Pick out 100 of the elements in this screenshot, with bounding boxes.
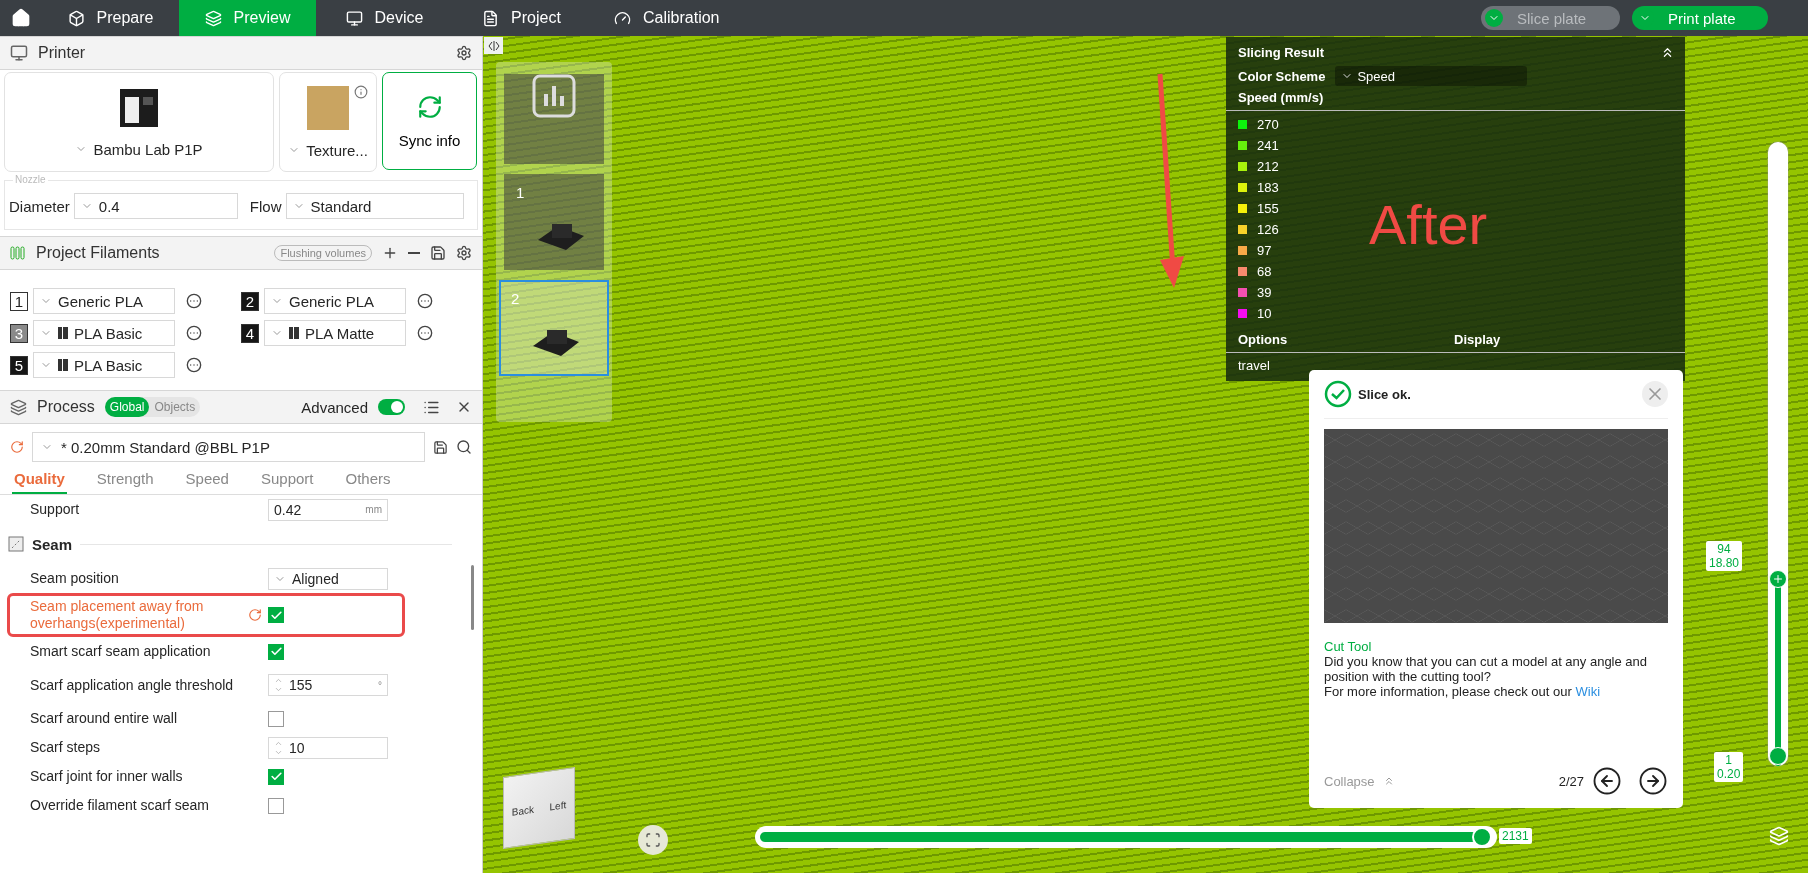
printer-icon (10, 44, 28, 62)
chart-icon (532, 74, 576, 118)
color-scheme-select[interactable]: Speed (1335, 66, 1528, 86)
preset-select[interactable]: * 0.20mm Standard @BBL P1P (32, 432, 425, 462)
filament-select[interactable]: PLA Basic (33, 320, 175, 346)
checkbox[interactable] (268, 768, 284, 785)
home-icon (11, 8, 31, 28)
save-button[interactable] (433, 439, 448, 455)
slider-thumb[interactable] (1769, 569, 1787, 588)
nav-tab[interactable]: Device (316, 0, 453, 36)
scrollbar-thumb[interactable] (471, 565, 474, 630)
filament-index: 5 (10, 355, 28, 375)
setting-label: Seam placement away from overhangs(experimental) (30, 598, 205, 632)
settings-button[interactable] (456, 45, 472, 61)
settings-icon (456, 245, 472, 261)
filament-select[interactable]: Generic PLA (33, 288, 175, 314)
more-button[interactable] (186, 325, 202, 341)
monitor-icon (345, 9, 363, 27)
field-label: Color Scheme (1238, 68, 1326, 84)
plate-card[interactable]: Texture... (279, 72, 377, 172)
filament-index: 4 (241, 323, 259, 343)
settings-button[interactable] (456, 245, 472, 261)
plus-icon (382, 245, 398, 261)
close-button[interactable] (1642, 381, 1668, 407)
field-label: Diameter (9, 197, 70, 215)
filament-icon (10, 246, 26, 260)
search-button[interactable] (456, 439, 472, 455)
nav-tab[interactable]: Calibration (590, 0, 744, 36)
layers-icon (204, 9, 222, 27)
legend-value: 270 (1257, 117, 1279, 132)
sync-filament-button[interactable] (430, 245, 446, 261)
wiki-link[interactable]: Wiki (1575, 684, 1600, 699)
fit-view-button[interactable] (638, 825, 668, 855)
plate-thumbnail[interactable]: 1 (504, 174, 604, 270)
setting-label: Scarf around entire wall (30, 710, 179, 727)
tip-more-text: For more information, please check out our Wiki (1324, 684, 1601, 699)
tip-title: Slice ok. (1358, 386, 1411, 402)
bottom-layer-label: 1 0.20 (1714, 752, 1744, 782)
layer-slider[interactable] (1768, 142, 1788, 766)
column-header: Display (1454, 332, 1501, 347)
filament-select[interactable]: Generic PLA (264, 288, 406, 314)
setting-label: Smart scarf seam application (30, 643, 212, 660)
option-label: travel (1238, 358, 1270, 373)
checkbox[interactable] (268, 643, 284, 660)
more-icon (186, 293, 202, 309)
spin-field[interactable]: 155 ° (268, 674, 388, 696)
advanced-toggle[interactable] (378, 399, 405, 415)
more-icon (417, 325, 433, 341)
slider-thumb[interactable] (1769, 747, 1787, 765)
diameter-select[interactable]: 0.4 (73, 193, 238, 219)
top-layer-label: 94 18.80 (1706, 541, 1743, 571)
sync-button[interactable]: Sync info (382, 72, 477, 170)
cube-icon (67, 9, 85, 27)
settings-tab[interactable]: Others (343, 466, 393, 494)
value-field[interactable]: 0.42 mm (268, 498, 388, 521)
more-button[interactable] (186, 293, 202, 309)
info-icon[interactable] (354, 85, 368, 99)
more-button[interactable] (417, 293, 433, 309)
previous-button[interactable] (1592, 766, 1622, 796)
settings-tab[interactable]: Strength (94, 466, 156, 494)
printer-drawing (118, 86, 160, 129)
section-icon (8, 536, 24, 552)
legend-value: 126 (1257, 222, 1279, 237)
checkbox[interactable] (268, 710, 284, 727)
move-slider[interactable] (755, 826, 1497, 848)
group-legend: Nozzle (13, 174, 48, 185)
more-button[interactable] (417, 325, 433, 341)
page-counter: 2/27 (1558, 773, 1584, 789)
select-field[interactable]: Aligned (268, 567, 388, 590)
add-button[interactable] (382, 245, 398, 261)
printer-card[interactable]: Bambu Lab P1P (4, 72, 274, 172)
settings-tab[interactable]: Speed (183, 466, 231, 494)
panel-title: Slicing Result (1238, 45, 1324, 60)
check-icon (269, 608, 283, 622)
slice-stats-thumbnail[interactable] (504, 74, 604, 164)
sync-icon (416, 93, 443, 120)
reset-icon[interactable] (10, 440, 24, 454)
more-icon (186, 357, 202, 373)
setting-label: Scarf application angle threshold (30, 676, 235, 694)
checkbox[interactable] (268, 797, 284, 814)
filament-index: 2 (241, 291, 259, 311)
flow-select[interactable]: Standard (285, 193, 464, 219)
filament-select[interactable]: PLA Basic (33, 352, 175, 378)
legend-value: 155 (1257, 201, 1279, 216)
filament-select[interactable]: PLA Matte (264, 320, 406, 346)
checkbox[interactable] (268, 607, 284, 623)
slider-thumb[interactable] (1472, 827, 1493, 847)
minus-icon (408, 252, 420, 254)
spin-field[interactable]: 10 (268, 736, 388, 759)
check-icon (269, 645, 283, 658)
plus-icon (1772, 572, 1784, 585)
nav-tab[interactable]: Project (453, 0, 590, 36)
more-button[interactable] (186, 357, 202, 373)
panel-toggle-button[interactable] (484, 37, 503, 54)
view-cube[interactable]: Back Left (503, 766, 575, 850)
next-button[interactable] (1638, 766, 1668, 796)
nav-tab[interactable]: Prepare (42, 0, 179, 36)
setting-label: Scarf steps (30, 739, 102, 756)
settings-tab[interactable]: Support (258, 466, 316, 494)
reset-icon[interactable] (248, 608, 262, 622)
